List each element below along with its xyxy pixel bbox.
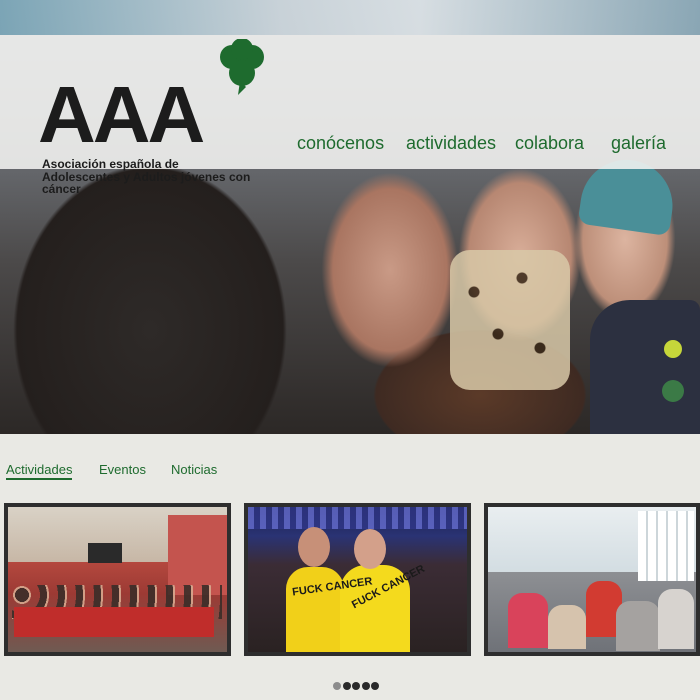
- tab-eventos[interactable]: Eventos: [99, 462, 146, 477]
- nav-item-galeria[interactable]: galería: [611, 133, 666, 154]
- tab-noticias[interactable]: Noticias: [171, 462, 217, 477]
- carousel-dot[interactable]: [333, 682, 341, 690]
- photo-table: [14, 607, 214, 637]
- tab-actividades[interactable]: Actividades: [6, 462, 73, 480]
- carousel-dot[interactable]: [371, 682, 379, 690]
- dinner-group-photo: [8, 507, 227, 652]
- content-tabs: Actividades Eventos Noticias: [0, 462, 700, 486]
- photo-wall: [168, 515, 227, 595]
- meeting-room-photo: [488, 507, 696, 652]
- photo-stage-lights: [248, 507, 467, 529]
- top-background-strip: [0, 0, 700, 35]
- nav-item-conocenos[interactable]: conócenos: [297, 133, 384, 154]
- carousel-dot[interactable]: [361, 682, 370, 690]
- hero-pin-badge: [662, 380, 684, 402]
- gallery-card[interactable]: FUCK CANCER FUCK CANCER: [244, 503, 471, 656]
- site-header: AAA Asociación española de Adolescentes …: [0, 35, 700, 195]
- photo-person: [616, 601, 660, 651]
- nav-item-colabora[interactable]: colabora: [515, 133, 584, 154]
- hero-pin-badge: [664, 340, 682, 358]
- hero-jacket: [590, 300, 700, 434]
- carousel-pager: [333, 677, 381, 690]
- logo-tagline: Asociación española de Adolescentes y Ad…: [42, 157, 251, 196]
- gallery-card[interactable]: [4, 503, 231, 656]
- gallery-card[interactable]: [484, 503, 700, 656]
- main-nav: conócenos actividades colabora galería: [0, 133, 700, 157]
- hero-scarf: [450, 250, 570, 390]
- photo-face: [298, 527, 330, 567]
- photo-person: [658, 589, 694, 649]
- nav-item-actividades[interactable]: actividades: [406, 133, 496, 154]
- photo-person: [548, 605, 586, 649]
- clover-icon: [220, 39, 264, 95]
- photo-person: [508, 593, 548, 648]
- photo-tv: [88, 543, 122, 563]
- concert-fuck-cancer-photo: FUCK CANCER FUCK CANCER: [248, 507, 467, 652]
- carousel-dot[interactable]: [342, 682, 351, 690]
- carousel-dot[interactable]: [352, 682, 360, 690]
- photo-face: [354, 529, 386, 569]
- photo-window: [638, 511, 694, 581]
